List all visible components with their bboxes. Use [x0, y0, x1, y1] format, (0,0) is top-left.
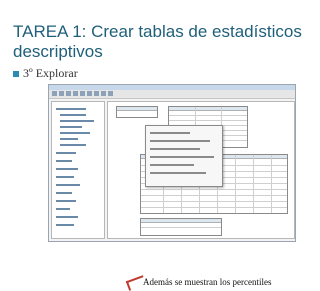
table-column	[253, 155, 254, 213]
bullet-text: 3º Explorar	[23, 66, 78, 80]
toolbar-icon	[66, 91, 71, 96]
dialog-row	[150, 156, 214, 158]
outline-item[interactable]	[56, 224, 74, 226]
table-header	[169, 107, 247, 111]
outline-item[interactable]	[56, 216, 78, 218]
outline-item[interactable]	[60, 138, 78, 140]
spss-output-screenshot: Además se muestran los percentiles	[48, 84, 296, 291]
bullet-item: 3º Explorar	[13, 66, 78, 81]
table-header	[117, 107, 157, 111]
outline-item[interactable]	[56, 152, 76, 154]
slide-title: TAREA 1: Crear tablas de estadísticos de…	[13, 22, 302, 61]
toolbar-icon	[108, 91, 113, 96]
square-bullet-icon	[13, 70, 19, 77]
red-arrow-icon	[125, 275, 147, 291]
table-column	[271, 155, 272, 213]
table-row	[169, 120, 247, 121]
outline-item[interactable]	[56, 200, 76, 202]
toolbar	[49, 90, 295, 99]
outline-item[interactable]	[56, 184, 80, 186]
output-table-bottom	[140, 218, 222, 236]
outline-item[interactable]	[60, 126, 82, 128]
output-table-small	[116, 106, 158, 118]
outline-item[interactable]	[56, 192, 72, 194]
toolbar-icon	[59, 91, 64, 96]
dialog-row	[150, 140, 210, 142]
outline-item[interactable]	[56, 168, 78, 170]
annotation-caption: Además se muestran los percentiles	[141, 277, 274, 287]
table-column	[235, 155, 236, 213]
outline-item[interactable]	[56, 176, 74, 178]
output-outline-pane[interactable]	[51, 101, 105, 239]
table-header	[141, 219, 221, 223]
toolbar-icon	[87, 91, 92, 96]
outline-item[interactable]	[56, 208, 70, 210]
dialog-row	[150, 132, 190, 134]
toolbar-icon	[101, 91, 106, 96]
outline-item[interactable]	[60, 144, 86, 146]
toolbar-icon	[73, 91, 78, 96]
outline-item[interactable]	[60, 120, 94, 122]
toolbar-icon	[80, 91, 85, 96]
table-row	[169, 115, 247, 116]
toolbar-icon	[94, 91, 99, 96]
explore-dialog[interactable]	[145, 125, 223, 187]
dialog-row	[150, 172, 206, 174]
outline-item[interactable]	[60, 132, 90, 134]
outline-item[interactable]	[56, 160, 72, 162]
dialog-row	[150, 164, 194, 166]
dialog-row	[150, 148, 200, 150]
toolbar-icon	[52, 91, 57, 96]
outline-item[interactable]	[60, 114, 86, 116]
table-row	[141, 227, 221, 228]
outline-item[interactable]	[56, 108, 86, 110]
